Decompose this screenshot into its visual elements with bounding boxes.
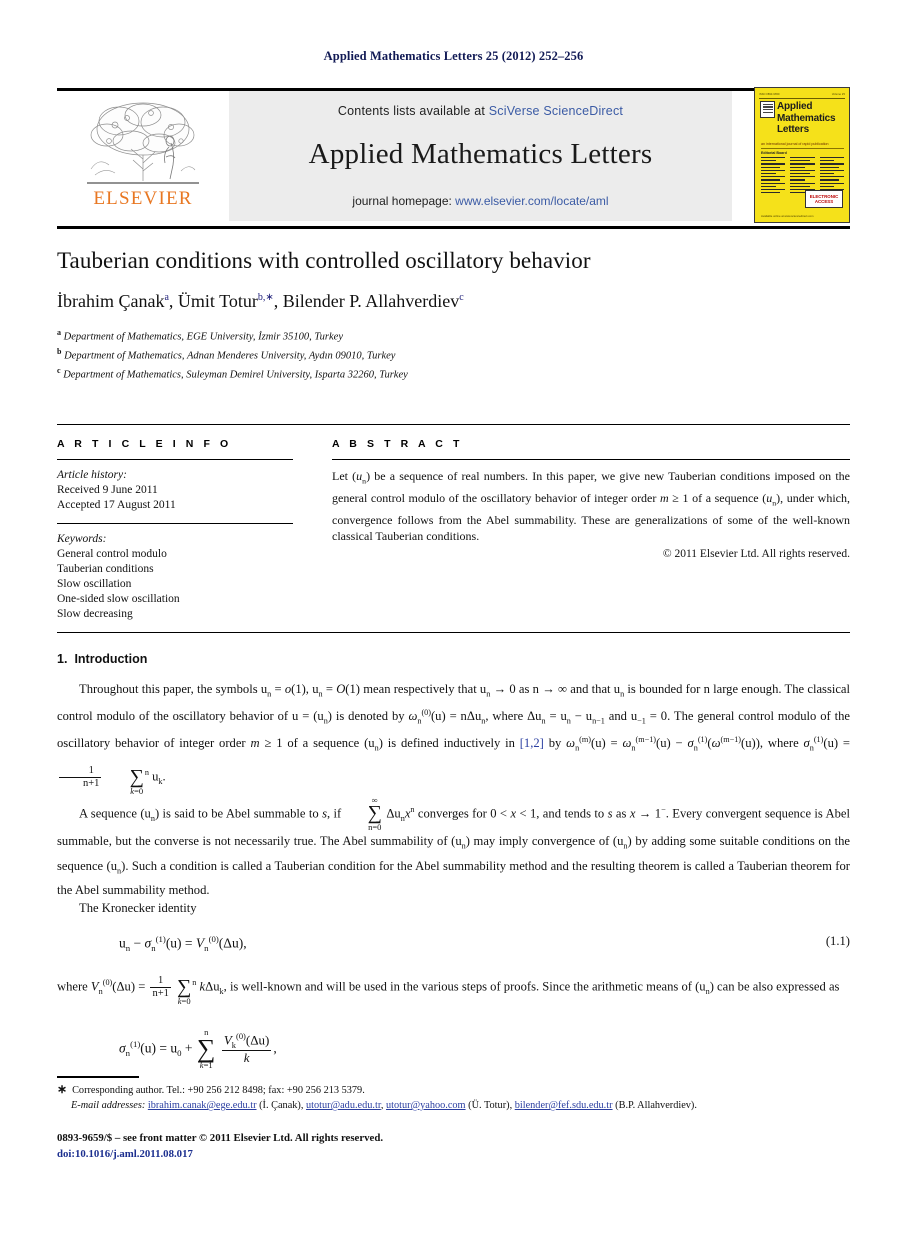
article-history-accepted: Accepted 17 August 2011 [57, 499, 176, 511]
journal-title: Applied Mathematics Letters [308, 138, 653, 170]
email-link-2[interactable]: utotur@adu.edu.tr [306, 1100, 381, 1111]
journal-band: Contents lists available at SciVerse Sci… [229, 91, 732, 221]
footnote-rule [57, 1076, 139, 1078]
elsevier-tree-icon [85, 97, 201, 192]
email-label: E-mail addresses: [71, 1100, 146, 1111]
homepage-line: journal homepage: www.elsevier.com/locat… [229, 194, 732, 208]
affiliation-mark: a [57, 328, 61, 337]
abstract-column: A B S T R A C T Let (un) be a sequence o… [332, 438, 850, 560]
email-owner-3: (Ü. Totur) [468, 1100, 510, 1111]
corresponding-author-note: ∗ Corresponding author. Tel.: +90 256 212… [57, 1082, 857, 1098]
paragraph-intro-4: where Vn(0)(Δu) = 1 n+1 ∑ k=0 n kΔuk, is we… [57, 974, 840, 1006]
homepage-prefix: journal homepage: [352, 194, 456, 208]
elsevier-logo: ELSEVIER [57, 91, 229, 221]
corresponding-author-mark: ,∗ [262, 292, 274, 303]
info-bottom-rule [57, 632, 850, 633]
affiliation-item: c Department of Mathematics, Suleyman De… [57, 364, 850, 383]
masthead-bottom-rule [57, 226, 850, 229]
keyword-item: General control modulo [57, 548, 167, 560]
article-history-received: Received 9 June 2011 [57, 484, 158, 496]
info-top-rule [57, 424, 850, 425]
body-content: 1. Introduction Throughout this paper, th… [57, 652, 850, 1086]
cover-title: Applied Mathematics Letters [777, 101, 836, 135]
cover-publisher-mark-icon [760, 101, 775, 118]
affiliation-item: a Department of Mathematics, EGE Univers… [57, 326, 850, 345]
cover-topbar: ISSN 0893-9659 Volume 25 [759, 91, 845, 99]
email-link-4[interactable]: bilender@fef.sdu.edu.tr [515, 1100, 613, 1111]
title-block: Tauberian conditions with controlled osc… [57, 248, 850, 383]
paragraph-intro-2: A sequence (un) is said to be Abel summa… [57, 794, 851, 897]
citation-ref-1-2[interactable]: [1,2] [520, 737, 544, 751]
email-link-3[interactable]: utotur@yahoo.com [386, 1100, 466, 1111]
journal-cover-thumbnail[interactable]: ISSN 0893-9659 Volume 25 Applied Mathema… [754, 87, 850, 223]
section-number: 1. [57, 652, 68, 666]
author-name-2: Ümit Totur [177, 291, 258, 311]
article-info-column: A R T I C L E I N F O Article history: R… [57, 438, 293, 622]
asterisk-icon: ∗ [57, 1082, 68, 1096]
paragraph-intro-3: The Kronecker identity [79, 901, 197, 916]
journal-masthead: ELSEVIER Contents lists available at Sci… [57, 87, 850, 223]
author-name-1: İbrahim Çanak [57, 291, 165, 311]
keywords-divider [57, 523, 293, 524]
equation-sigma-expression: σn(1)(u) = u0 + n ∑ k=1 Vk(0)(Δu) k, [119, 1026, 277, 1071]
keyword-item: One-sided slow oscillation [57, 593, 180, 605]
footer-doi[interactable]: doi:10.1016/j.aml.2011.08.017 [57, 1148, 193, 1160]
contents-line: Contents lists available at SciVerse Sci… [229, 104, 732, 118]
affiliation-list: a Department of Mathematics, EGE Univers… [57, 326, 850, 383]
cover-issn: ISSN 0893-9659 [759, 93, 780, 96]
running-head: Applied Mathematics Letters 25 (2012) 25… [323, 49, 584, 63]
footnotes: ∗ Corresponding author. Tel.: +90 256 212… [57, 1082, 857, 1113]
email-addresses-note: E-mail addresses: ibrahim.canak@ege.edu.… [71, 1100, 697, 1111]
keyword-item: Slow decreasing [57, 608, 133, 620]
cover-subtitle: an international journal of rapid public… [761, 142, 844, 149]
equation-1-1: un − σn(1)(u) = Vn(0)(Δu), (1.1) [119, 933, 850, 953]
affiliation-mark: c [57, 366, 61, 375]
keywords-group: Keywords: General control modulo Tauberi… [57, 532, 293, 622]
cover-volume: Volume 25 [831, 93, 845, 96]
footer-copyright: 0893-9659/$ – see front matter © 2011 El… [57, 1132, 384, 1144]
cover-access-badge: ELECTRONIC ACCESS [805, 190, 843, 208]
contents-prefix: Contents lists available at [337, 104, 489, 118]
abstract-heading: A B S T R A C T [332, 438, 463, 450]
author-affil-mark-3: c [459, 292, 464, 303]
abstract-copyright: © 2011 Elsevier Ltd. All rights reserved… [662, 547, 850, 560]
email-owner-1: (İ. Çanak) [259, 1100, 301, 1111]
page-title: Tauberian conditions with controlled osc… [57, 248, 591, 273]
affiliation-text: Department of Mathematics, Suleyman Demi… [63, 369, 408, 381]
affiliation-item: b Department of Mathematics, Adnan Mende… [57, 345, 850, 364]
corresponding-author-text: Corresponding author. Tel.: +90 256 212 … [72, 1085, 365, 1096]
article-info-divider [57, 459, 293, 460]
paragraph-intro-1: Throughout this paper, the symbols un = … [57, 682, 851, 796]
author-affil-mark-1: a [164, 292, 169, 303]
section-heading-introduction: 1. Introduction [57, 652, 850, 666]
keywords-label: Keywords: [57, 533, 107, 545]
affiliation-mark: b [57, 347, 62, 356]
abstract-divider [332, 459, 850, 460]
email-link-1[interactable]: ibrahim.canak@ege.edu.tr [148, 1100, 257, 1111]
article-history-label: Article history: [57, 469, 127, 481]
article-info-heading: A R T I C L E I N F O [57, 438, 232, 450]
cover-board-label: Editorial Board [761, 151, 787, 155]
author-name-3: Bilender P. Allahverdiev [282, 291, 460, 311]
article-history: Article history: Received 9 June 2011 Ac… [57, 468, 293, 513]
equation-number: (1.1) [825, 933, 850, 948]
keyword-item: Slow oscillation [57, 578, 132, 590]
affiliation-text: Department of Mathematics, EGE Universit… [63, 331, 344, 343]
article-page: Applied Mathematics Letters 25 (2012) 25… [0, 0, 907, 1238]
abstract-text: Let (un) be a sequence of real numbers. … [332, 469, 850, 544]
elsevier-wordmark: ELSEVIER [93, 188, 193, 209]
cover-footer: Available online at www.sciencedirect.co… [761, 214, 814, 218]
email-owner-4: (B.P. Allahverdiev) [615, 1100, 695, 1111]
affiliation-text: Department of Mathematics, Adnan Mendere… [64, 350, 396, 362]
section-title: Introduction [74, 652, 148, 666]
journal-homepage-link[interactable]: www.elsevier.com/locate/aml [455, 194, 608, 208]
sciencedirect-link[interactable]: SciVerse ScienceDirect [489, 104, 623, 118]
keyword-item: Tauberian conditions [57, 563, 154, 575]
author-list: İbrahim Çanaka, Ümit Toturb,∗, Bilender … [57, 291, 464, 311]
